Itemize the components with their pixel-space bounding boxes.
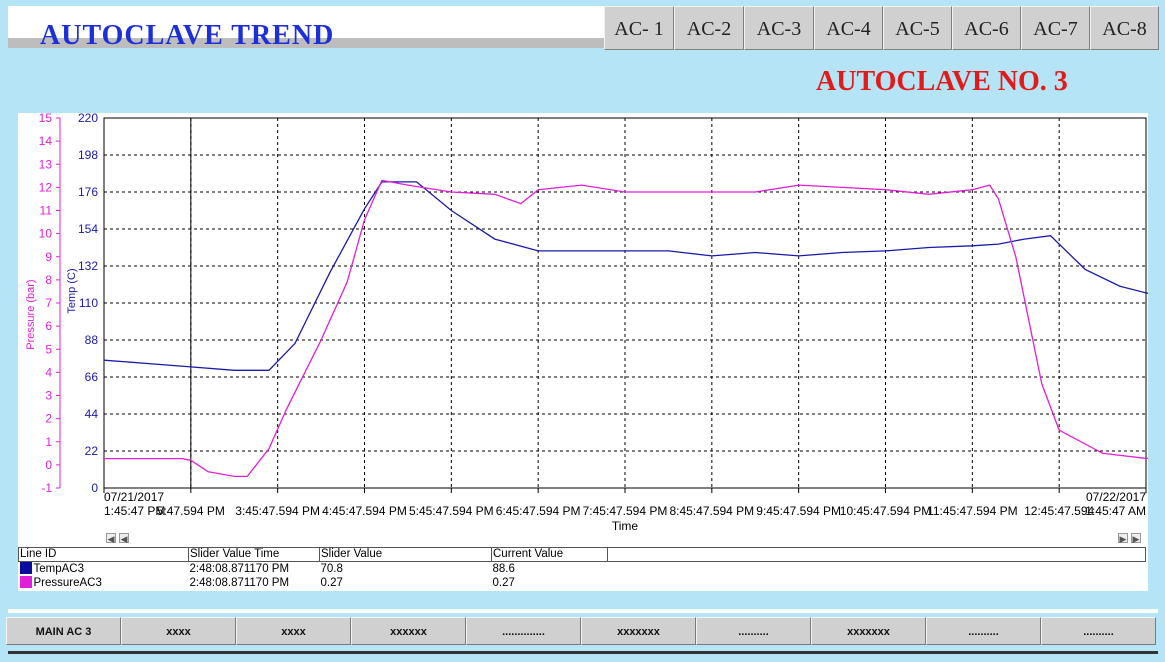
legend-current-value: 0.27 [492,576,515,589]
tab-ac-8[interactable]: AC-8 [1090,6,1159,50]
legend-slider-value: 0.27 [320,576,343,589]
temp-tick-label: 220 [78,113,98,125]
col-slider-time: Slider Value Time [188,547,320,562]
temp-swatch [19,562,32,574]
nav-button-7[interactable]: .......... [696,617,811,645]
pressure-tick-label: 13 [39,157,53,171]
temp-tick-label: 110 [79,296,98,310]
pressure-tick-label: 11 [40,204,53,218]
pressure-tick-label: 15 [39,113,53,125]
x-axis-label: Time [612,519,639,533]
pressure-tick-label: 6 [45,319,52,333]
pressure-swatch [19,576,32,588]
temp-tick-label: 22 [85,444,99,458]
pressure-tick-label: 0 [45,458,52,472]
temp-tick-label: 154 [78,222,98,236]
trend-chart[interactable]: 1514131211109876543210-1Pressure (bar)22… [18,113,1148,543]
scroll-left-icon[interactable]: ◀ [119,533,129,544]
pressure-tick-label: 3 [45,389,52,403]
temp-tick-label: 44 [85,407,99,421]
x-tick-label: 3:45:47.594 PM [235,504,320,518]
temp-tick-label: 66 [85,370,99,384]
x-tick-label: 1:45:47 AM [1085,504,1146,518]
pressure-tick-label: 4 [45,365,52,379]
x-tick-label: 5:47.594 PM [157,504,225,518]
autoclave-title: AUTOCLAVE NO. 3 [816,66,1068,97]
pressure-tick-label: 5 [45,342,52,356]
scroll-last-icon[interactable]: ▶ [1131,533,1141,544]
pressure-tick-label: 10 [39,227,53,241]
legend-id: PressureAC3 [33,577,102,589]
legend-id: TempAC3 [33,563,85,575]
scroll-right-icon[interactable]: ▶ [1118,533,1128,544]
x-tick-label: 6:45:47.594 PM [496,504,581,518]
temp-tick-label: 132 [78,259,98,273]
temp-tick-label: 198 [78,148,98,162]
nav-button-2[interactable]: xxxx [121,617,236,645]
temp-axis-label: Temp (C) [66,268,78,313]
autoclave-tabs: AC- 1 AC-2 AC-3 AC-4 AC-5 AC-6 AC-7 AC-8 [604,6,1159,51]
nav-button-6[interactable]: xxxxxxx [581,617,696,645]
bottom-separator [8,609,1158,613]
legend-current-value: 88.6 [492,562,515,575]
pressure-tick-label: 1 [45,435,52,449]
nav-button-3[interactable]: xxxx [236,617,351,645]
legend-header-row: Line ID Slider Value Time Slider Value C… [18,547,1146,562]
temp-tick-label: 88 [85,333,99,347]
x-tick-label: 11:45:47.594 PM [927,504,1018,518]
temp-tick-label: 176 [78,185,98,199]
nav-button-4[interactable]: xxxxxx [351,617,466,645]
legend-slider-time: 2:48:08.871170 PM [189,562,290,575]
tab-ac-5[interactable]: AC-5 [883,6,952,50]
legend-row[interactable]: TempAC3 2:48:08.871170 PM 70.8 88.6 [19,562,1146,577]
tab-ac-7[interactable]: AC-7 [1021,6,1090,50]
tab-ac-1[interactable]: AC- 1 [604,6,674,50]
col-empty [607,547,1146,562]
legend-slider-time: 2:48:08.871170 PM [189,576,290,589]
tab-ac-6[interactable]: AC-6 [952,6,1021,50]
tab-ac-2[interactable]: AC-2 [674,6,744,50]
nav-button-8[interactable]: xxxxxxx [811,617,926,645]
tab-ac-4[interactable]: AC-4 [814,6,883,50]
x-tick-label: 7:45:47.594 PM [583,504,668,518]
main-ac3-button[interactable]: MAIN AC 3 [6,617,121,645]
bottom-border [8,651,1158,654]
col-current-value: Current Value [491,547,608,562]
nav-button-9[interactable]: .......... [926,617,1041,645]
legend-row[interactable]: PressureAC3 2:48:08.871170 PM 0.27 0.27 [19,576,1146,590]
temp-tick-label: 0 [91,481,98,495]
nav-button-10[interactable]: .......... [1041,617,1156,645]
page-title: AUTOCLAVE TREND [40,20,335,51]
x-tick-label: 4:45:47.594 PM [322,504,407,518]
x-tick-label: 9:45:47.594 PM [756,504,841,518]
x-tick-label: 12:45:47.594 [1024,504,1094,518]
x-tick-label: 8:45:47.594 PM [669,504,754,518]
pressure-tick-label: 8 [45,273,52,287]
x-tick-label: 5:45:47.594 PM [409,504,494,518]
legend-slider-value: 70.8 [320,562,343,575]
col-line-id: Line ID [18,547,189,562]
nav-button-5[interactable]: .............. [466,617,581,645]
col-slider-value: Slider Value [319,547,492,562]
pressure-tick-label: -1 [41,481,52,495]
legend-table: Line ID Slider Value Time Slider Value C… [18,547,1146,590]
pressure-tick-label: 14 [39,134,53,148]
pressure-tick-label: 7 [45,296,52,310]
scroll-first-icon[interactable]: ◀ [106,533,116,544]
x-start-date: 07/21/2017 [104,490,164,504]
bottom-nav: MAIN AC 3 xxxx xxxx xxxxxx .............… [6,617,1156,645]
pressure-tick-label: 12 [39,180,53,194]
tab-ac-3[interactable]: AC-3 [744,6,814,50]
x-tick-label: 10:45:47.594 PM [840,504,931,518]
pressure-tick-label: 2 [45,412,52,426]
trend-chart-panel: 15 14 13 12 11 10 9 8 7 6 5 4 3 2 1 0 -1 Pressure (bar) 22… [18,113,1148,591]
pressure-axis-label: Pressure (bar) [25,279,37,349]
pressure-tick-label: 9 [45,250,52,264]
x-end-date: 07/22/2017 [1086,490,1146,504]
